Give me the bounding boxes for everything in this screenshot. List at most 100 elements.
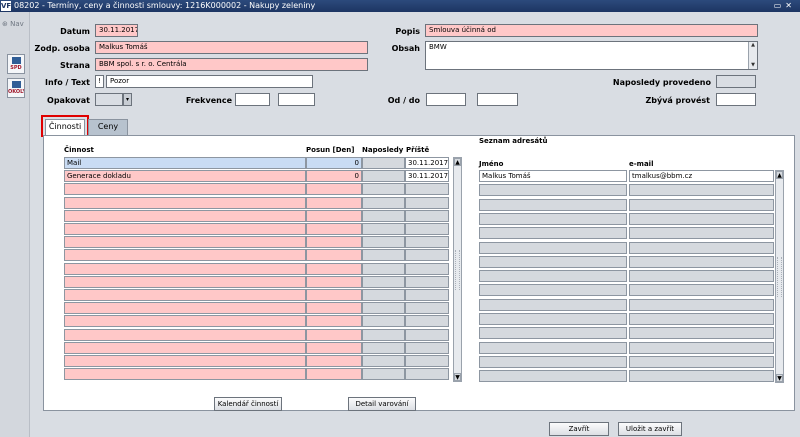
activity-cell-cinnost[interactable]: Mail [64, 157, 306, 169]
scroll-up-icon[interactable]: ▲ [750, 43, 756, 48]
activity-cell-priste[interactable] [405, 355, 449, 367]
activity-cell-posun[interactable] [306, 262, 362, 275]
recipients-scrollbar[interactable]: ▲ ▼ [775, 170, 784, 383]
activity-cell-cinnost[interactable] [64, 249, 306, 262]
recipient-cell-jmeno[interactable]: Malkus Tomáš [479, 170, 627, 182]
close-icon[interactable]: ✕ [785, 1, 796, 10]
activity-cell-cinnost[interactable] [64, 355, 306, 367]
activity-cell-naposledy[interactable] [362, 289, 405, 301]
recipient-cell-jmeno[interactable] [479, 198, 627, 211]
activity-cell-cinnost[interactable] [64, 236, 306, 249]
zbyva-provest-field[interactable] [716, 93, 756, 106]
activity-cell-priste[interactable] [405, 209, 449, 222]
scroll-down-icon[interactable]: ▼ [454, 373, 461, 381]
activity-cell-priste[interactable] [405, 262, 449, 275]
activity-cell-posun[interactable] [306, 196, 362, 209]
popis-field[interactable]: Smlouva účinná od [425, 24, 758, 37]
activity-cell-priste[interactable] [405, 368, 449, 381]
activity-cell-naposledy[interactable] [362, 157, 405, 169]
recipient-cell-email[interactable] [629, 355, 774, 368]
recipient-cell-email[interactable] [629, 241, 774, 254]
activity-cell-priste[interactable]: 30.11.2017 [405, 170, 449, 183]
activities-scrollbar[interactable]: ▲ ▼ [453, 157, 462, 382]
recipient-cell-email[interactable] [629, 198, 774, 211]
activity-cell-priste[interactable] [405, 289, 449, 301]
recipient-cell-email[interactable] [629, 341, 774, 354]
activity-cell-cinnost[interactable] [64, 183, 306, 196]
activity-cell-cinnost[interactable] [64, 209, 306, 222]
activity-cell-cinnost[interactable] [64, 328, 306, 341]
recipient-cell-jmeno[interactable] [479, 255, 627, 268]
recipient-cell-jmeno[interactable] [479, 270, 627, 283]
activity-cell-cinnost[interactable] [64, 368, 306, 381]
recipient-cell-jmeno[interactable] [479, 341, 627, 354]
recipient-cell-jmeno[interactable] [479, 227, 627, 240]
ulozit-a-zavrit-button[interactable]: Uložit a zavřít [618, 422, 682, 436]
activity-cell-cinnost[interactable] [64, 262, 306, 275]
activity-cell-naposledy[interactable] [362, 183, 405, 196]
activity-cell-posun[interactable]: 0 [306, 170, 362, 183]
recipient-cell-email[interactable] [629, 327, 774, 340]
recipient-cell-jmeno[interactable] [479, 370, 627, 383]
activity-cell-naposledy[interactable] [362, 302, 405, 315]
tab-ceny[interactable]: Ceny [88, 119, 128, 135]
activity-cell-priste[interactable] [405, 223, 449, 235]
activity-cell-cinnost[interactable]: Generace dokladu [64, 170, 306, 183]
activity-cell-naposledy[interactable] [362, 341, 405, 354]
naposledy-provedeno-field[interactable] [716, 75, 756, 88]
opakovat-dropdown-icon[interactable]: ▾ [123, 93, 132, 106]
activity-cell-priste[interactable] [405, 249, 449, 262]
activity-cell-priste[interactable] [405, 196, 449, 209]
recipient-cell-email[interactable] [629, 370, 774, 383]
recipient-cell-email[interactable] [629, 184, 774, 197]
activity-cell-cinnost[interactable] [64, 289, 306, 301]
opakovat-select[interactable] [95, 93, 123, 106]
activity-cell-naposledy[interactable] [362, 368, 405, 381]
activity-cell-cinnost[interactable] [64, 275, 306, 288]
info-text-field[interactable]: Pozor [106, 75, 313, 88]
activity-cell-naposledy[interactable] [362, 196, 405, 209]
activity-cell-naposledy[interactable] [362, 315, 405, 328]
frekvence-field-2[interactable] [278, 93, 315, 106]
recipient-cell-email[interactable] [629, 313, 774, 325]
okoly-button[interactable]: OKOLY [7, 78, 25, 98]
detail-varovani-button[interactable]: Detail varování [348, 397, 416, 411]
activity-cell-posun[interactable] [306, 249, 362, 262]
restore-icon[interactable]: ▭ [774, 1, 786, 10]
recipient-cell-email[interactable] [629, 298, 774, 311]
activity-cell-posun[interactable] [306, 328, 362, 341]
datum-field[interactable]: 30.11.2017 [95, 24, 138, 37]
activity-cell-posun[interactable] [306, 302, 362, 315]
activity-cell-cinnost[interactable] [64, 315, 306, 328]
activity-cell-posun[interactable] [306, 183, 362, 196]
recipient-cell-jmeno[interactable] [479, 241, 627, 254]
activity-cell-priste[interactable] [405, 341, 449, 354]
zavrit-button[interactable]: Zavřít [549, 422, 609, 436]
activity-cell-naposledy[interactable] [362, 236, 405, 249]
activity-cell-priste[interactable] [405, 315, 449, 328]
activity-cell-naposledy[interactable] [362, 249, 405, 262]
strana-field[interactable]: BBM spol. s r. o. Centrála [95, 58, 368, 71]
recipient-cell-email[interactable]: tmalkus@bbm.cz [629, 170, 774, 182]
activity-cell-priste[interactable]: 30.11.2017 [405, 157, 449, 169]
activity-cell-posun[interactable] [306, 236, 362, 249]
recipient-cell-email[interactable] [629, 212, 774, 225]
activity-cell-naposledy[interactable] [362, 355, 405, 367]
recipient-cell-jmeno[interactable] [479, 355, 627, 368]
activity-cell-naposledy[interactable] [362, 328, 405, 341]
activity-cell-naposledy[interactable] [362, 275, 405, 288]
obsah-scrollbar[interactable]: ▲ ▼ [748, 42, 757, 69]
recipient-cell-email[interactable] [629, 255, 774, 268]
activity-cell-posun[interactable] [306, 368, 362, 381]
activity-cell-posun[interactable] [306, 315, 362, 328]
activity-cell-priste[interactable] [405, 183, 449, 196]
recipient-cell-email[interactable] [629, 284, 774, 297]
activity-cell-priste[interactable] [405, 275, 449, 288]
scroll-grip[interactable] [777, 256, 782, 297]
spd-button[interactable]: SPD [7, 54, 25, 74]
activity-cell-cinnost[interactable] [64, 196, 306, 209]
od-field[interactable] [426, 93, 466, 106]
activity-cell-posun[interactable] [306, 355, 362, 367]
recipient-cell-jmeno[interactable] [479, 327, 627, 340]
do-field[interactable] [477, 93, 518, 106]
